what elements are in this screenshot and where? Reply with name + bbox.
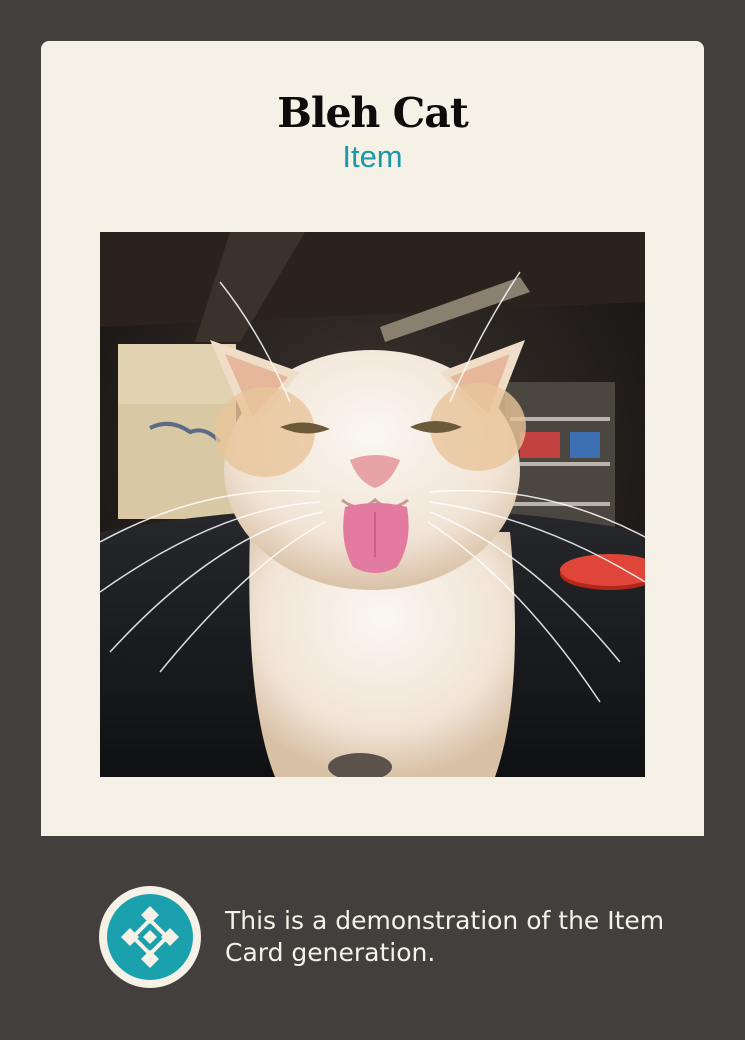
card-type-label: Item xyxy=(342,139,403,174)
card-title: Bleh Cat xyxy=(277,89,469,137)
card-image xyxy=(100,232,645,777)
card-description: This is a demonstration of the Item Card… xyxy=(225,906,665,967)
crystal-emblem-icon xyxy=(99,886,201,988)
item-card: Bleh Cat Item xyxy=(41,41,704,836)
